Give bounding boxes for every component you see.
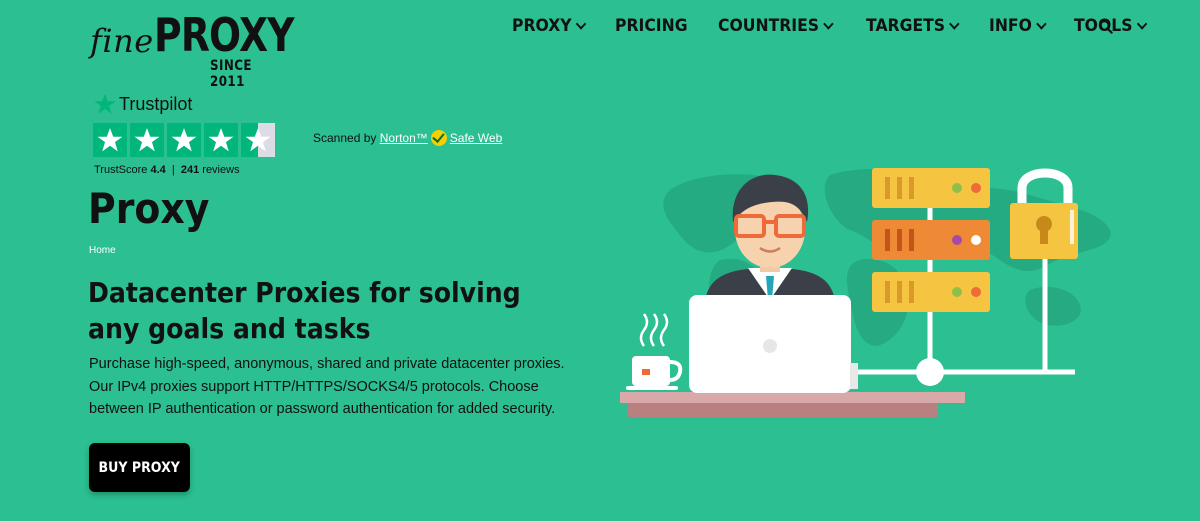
norton-safe-web[interactable]: Safe Web: [450, 131, 502, 145]
trustscore-separator: |: [171, 164, 175, 176]
chevron-down-icon: [575, 18, 587, 30]
trustpilot-logo[interactable]: Trustpilot: [94, 93, 192, 115]
hero-description: Purchase high-speed, anonymous, shared a…: [89, 356, 565, 417]
trustpilot-logo-text: Trustpilot: [119, 93, 193, 114]
main-nav: PROXY PRICING COUNTRIES TARGETS INFO TOO…: [512, 16, 1176, 36]
chevron-down-icon: [822, 18, 834, 30]
nav-item-targets[interactable]: TARGETS: [865, 16, 959, 36]
trustpilot-star-icon: [94, 93, 116, 114]
padlock-icon: [1010, 168, 1078, 259]
star-icon: [130, 123, 164, 157]
nav-item-label: INFO: [989, 16, 1033, 36]
coffee-cup-icon: [626, 313, 683, 390]
desk-front: [628, 403, 938, 417]
server-stack-illustration: [872, 168, 990, 312]
breadcrumb-home[interactable]: Home: [89, 245, 116, 256]
reviews-count: 241: [180, 164, 200, 176]
hero-illustration: [620, 168, 1111, 417]
chevron-down-icon: [948, 18, 959, 30]
desk-top: [620, 392, 965, 403]
logo-fine: fine: [90, 22, 154, 60]
buy-proxy-button[interactable]: BUY PROXY: [89, 443, 190, 492]
logo-since: SINCE 2011: [210, 58, 252, 90]
buy-proxy-button-label: BUY PROXY: [98, 459, 181, 476]
nav-item-label: COUNTRIES: [717, 16, 819, 36]
nav-item-pricing[interactable]: PRICING: [615, 16, 688, 36]
nav-item-proxy[interactable]: PROXY: [512, 16, 587, 36]
laptop-illustration: [689, 295, 858, 393]
star-icon: [204, 123, 238, 157]
reviews-label: reviews: [202, 164, 240, 176]
hero-headline: Datacenter Proxies for solving any goals…: [88, 276, 521, 345]
chevron-down-icon: [1036, 18, 1047, 30]
search-icon[interactable]: [1099, 20, 1113, 34]
nav-item-countries[interactable]: COUNTRIES: [717, 16, 834, 36]
logo[interactable]: fine PROXY SINCE 2011: [90, 8, 300, 90]
page-title: Proxy: [88, 184, 210, 233]
trustscore-value: 4.4: [150, 164, 166, 176]
nav-item-label: TARGETS: [865, 16, 945, 36]
norton-badge[interactable]: Scanned by Norton™ Safe Web: [313, 130, 502, 146]
chevron-down-icon: [1136, 18, 1147, 30]
star-icon: [93, 123, 127, 157]
nav-item-info[interactable]: INFO: [989, 16, 1047, 36]
star-icon: [167, 123, 201, 157]
norton-prefix: Scanned by: [313, 131, 377, 145]
nav-item-label: PROXY: [512, 16, 572, 36]
logo-proxy: PROXY: [154, 8, 295, 62]
trustscore: TrustScore 4.4 | 241 reviews: [94, 164, 240, 176]
norton-brand[interactable]: Norton™: [380, 131, 428, 145]
half-star-icon: [241, 123, 275, 157]
network-node: [916, 358, 944, 386]
trustscore-label: TrustScore: [94, 164, 148, 176]
nav-item-label: PRICING: [614, 16, 688, 36]
trustpilot-rating-stars[interactable]: [93, 123, 275, 157]
norton-check-icon: [430, 130, 447, 146]
